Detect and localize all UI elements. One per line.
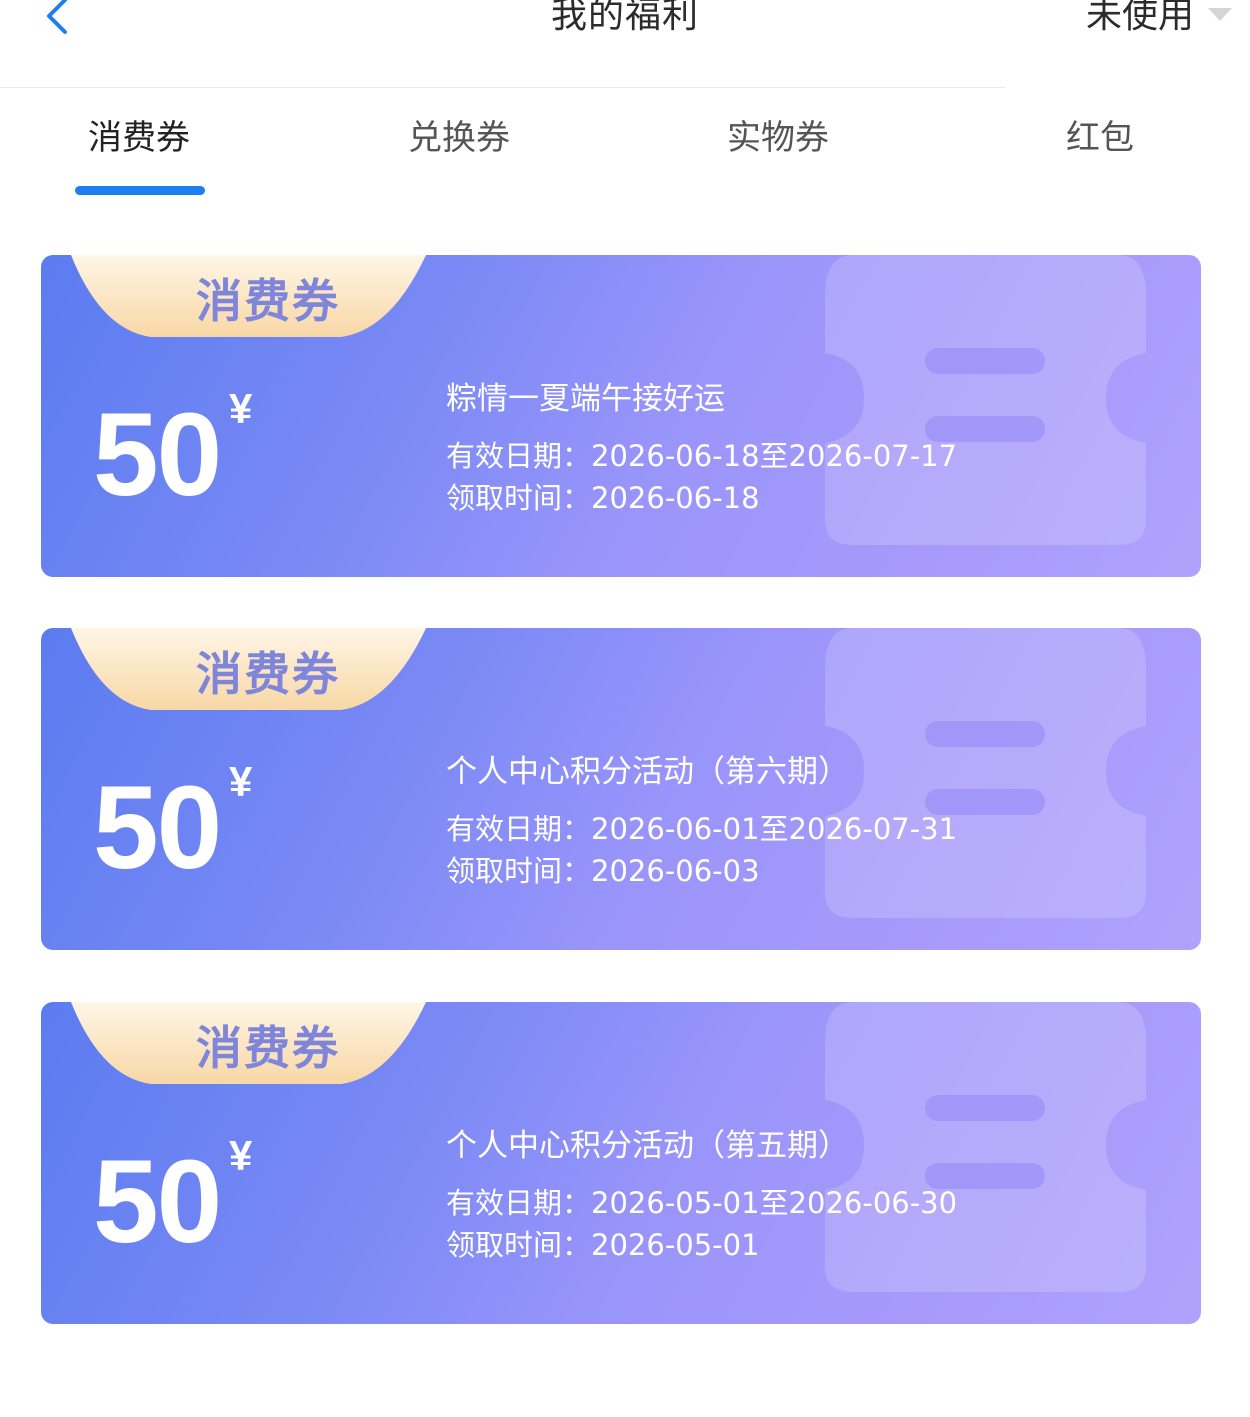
- validity-value: 2026-06-18至2026-07-17: [591, 439, 958, 473]
- coupon-amount: 50: [93, 1136, 222, 1268]
- tab-physical-coupon[interactable]: 实物券: [727, 110, 829, 159]
- coupon-info: 个人中心积分活动（第五期） 有效日期：2026-05-01至2026-06-30…: [446, 1124, 957, 1266]
- coupon-name: 个人中心积分活动（第五期）: [446, 1128, 849, 1164]
- coupon-card[interactable]: 消费券 50 ¥ 粽情一夏端午接好运 有效日期：2026-06-18至2026-…: [41, 255, 1201, 577]
- coupon-name: 个人中心积分活动（第六期）: [446, 754, 849, 790]
- coupon-badge-label: 消费券: [196, 647, 340, 701]
- claim-label: 领取时间：: [446, 854, 592, 888]
- header-bar: 我的福利 未使用: [0, 0, 1250, 88]
- coupon-claim-time: 领取时间：2026-06-18: [446, 477, 957, 519]
- page-title: 我的福利: [550, 0, 699, 36]
- coupon-amount: 50: [93, 762, 222, 894]
- tab-exchange-coupon[interactable]: 兑换券: [408, 110, 510, 159]
- coupon-info: 个人中心积分活动（第六期） 有效日期：2026-06-01至2026-07-31…: [446, 750, 957, 892]
- claim-value: 2026-06-18: [591, 481, 760, 515]
- status-filter-label: 未使用: [1085, 0, 1194, 36]
- coupon-badge-label: 消费券: [196, 274, 340, 328]
- tab-red-packet[interactable]: 红包: [1066, 110, 1134, 159]
- validity-label: 有效日期：: [446, 812, 592, 846]
- coupon-validity: 有效日期：2026-06-18至2026-07-17: [446, 435, 957, 477]
- validity-label: 有效日期：: [446, 439, 592, 473]
- coupon-claim-time: 领取时间：2026-06-03: [446, 850, 957, 892]
- claim-value: 2026-05-01: [591, 1228, 760, 1262]
- coupon-badge-label: 消费券: [196, 1021, 340, 1075]
- claim-label: 领取时间：: [446, 1228, 592, 1262]
- tab-consumption-coupon[interactable]: 消费券: [88, 110, 190, 159]
- coupon-info: 粽情一夏端午接好运 有效日期：2026-06-18至2026-07-17 领取时…: [446, 377, 957, 519]
- claim-label: 领取时间：: [446, 481, 592, 515]
- coupon-claim-time: 领取时间：2026-05-01: [446, 1224, 957, 1266]
- validity-value: 2026-06-01至2026-07-31: [591, 812, 958, 846]
- coupon-validity: 有效日期：2026-05-01至2026-06-30: [446, 1182, 957, 1224]
- coupon-type-tabs: 消费券 兑换券 实物券 红包: [0, 88, 1250, 198]
- claim-value: 2026-06-03: [591, 854, 760, 888]
- coupon-name: 粽情一夏端午接好运: [446, 381, 725, 417]
- coupon-validity: 有效日期：2026-06-01至2026-07-31: [446, 808, 957, 850]
- coupon-card[interactable]: 消费券 50 ¥ 个人中心积分活动（第六期） 有效日期：2026-06-01至2…: [41, 628, 1201, 950]
- validity-label: 有效日期：: [446, 1186, 592, 1220]
- caret-down-icon: [1208, 7, 1232, 21]
- currency-symbol: ¥: [229, 758, 253, 805]
- coupon-card[interactable]: 消费券 50 ¥ 个人中心积分活动（第五期） 有效日期：2026-05-01至2…: [41, 1002, 1201, 1324]
- validity-value: 2026-05-01至2026-06-30: [591, 1186, 958, 1220]
- currency-symbol: ¥: [229, 1132, 253, 1179]
- active-tab-indicator: [75, 186, 205, 195]
- coupon-amount: 50: [93, 389, 222, 521]
- status-filter-dropdown[interactable]: 未使用: [1086, 0, 1232, 38]
- currency-symbol: ¥: [229, 385, 253, 432]
